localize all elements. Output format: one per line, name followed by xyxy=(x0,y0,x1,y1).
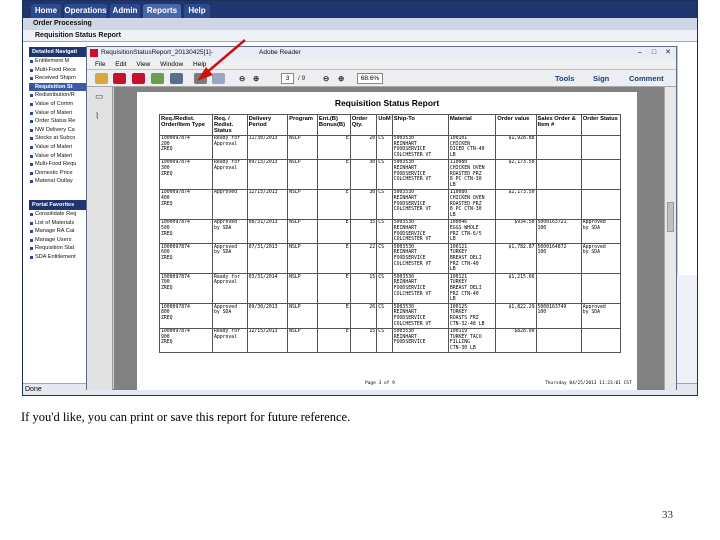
print-pointer-arrow xyxy=(197,39,246,81)
arrow-shaft xyxy=(204,39,246,75)
slide-caption: If you'd like, you can print or save thi… xyxy=(21,410,351,424)
slide-number: 33 xyxy=(662,509,673,521)
